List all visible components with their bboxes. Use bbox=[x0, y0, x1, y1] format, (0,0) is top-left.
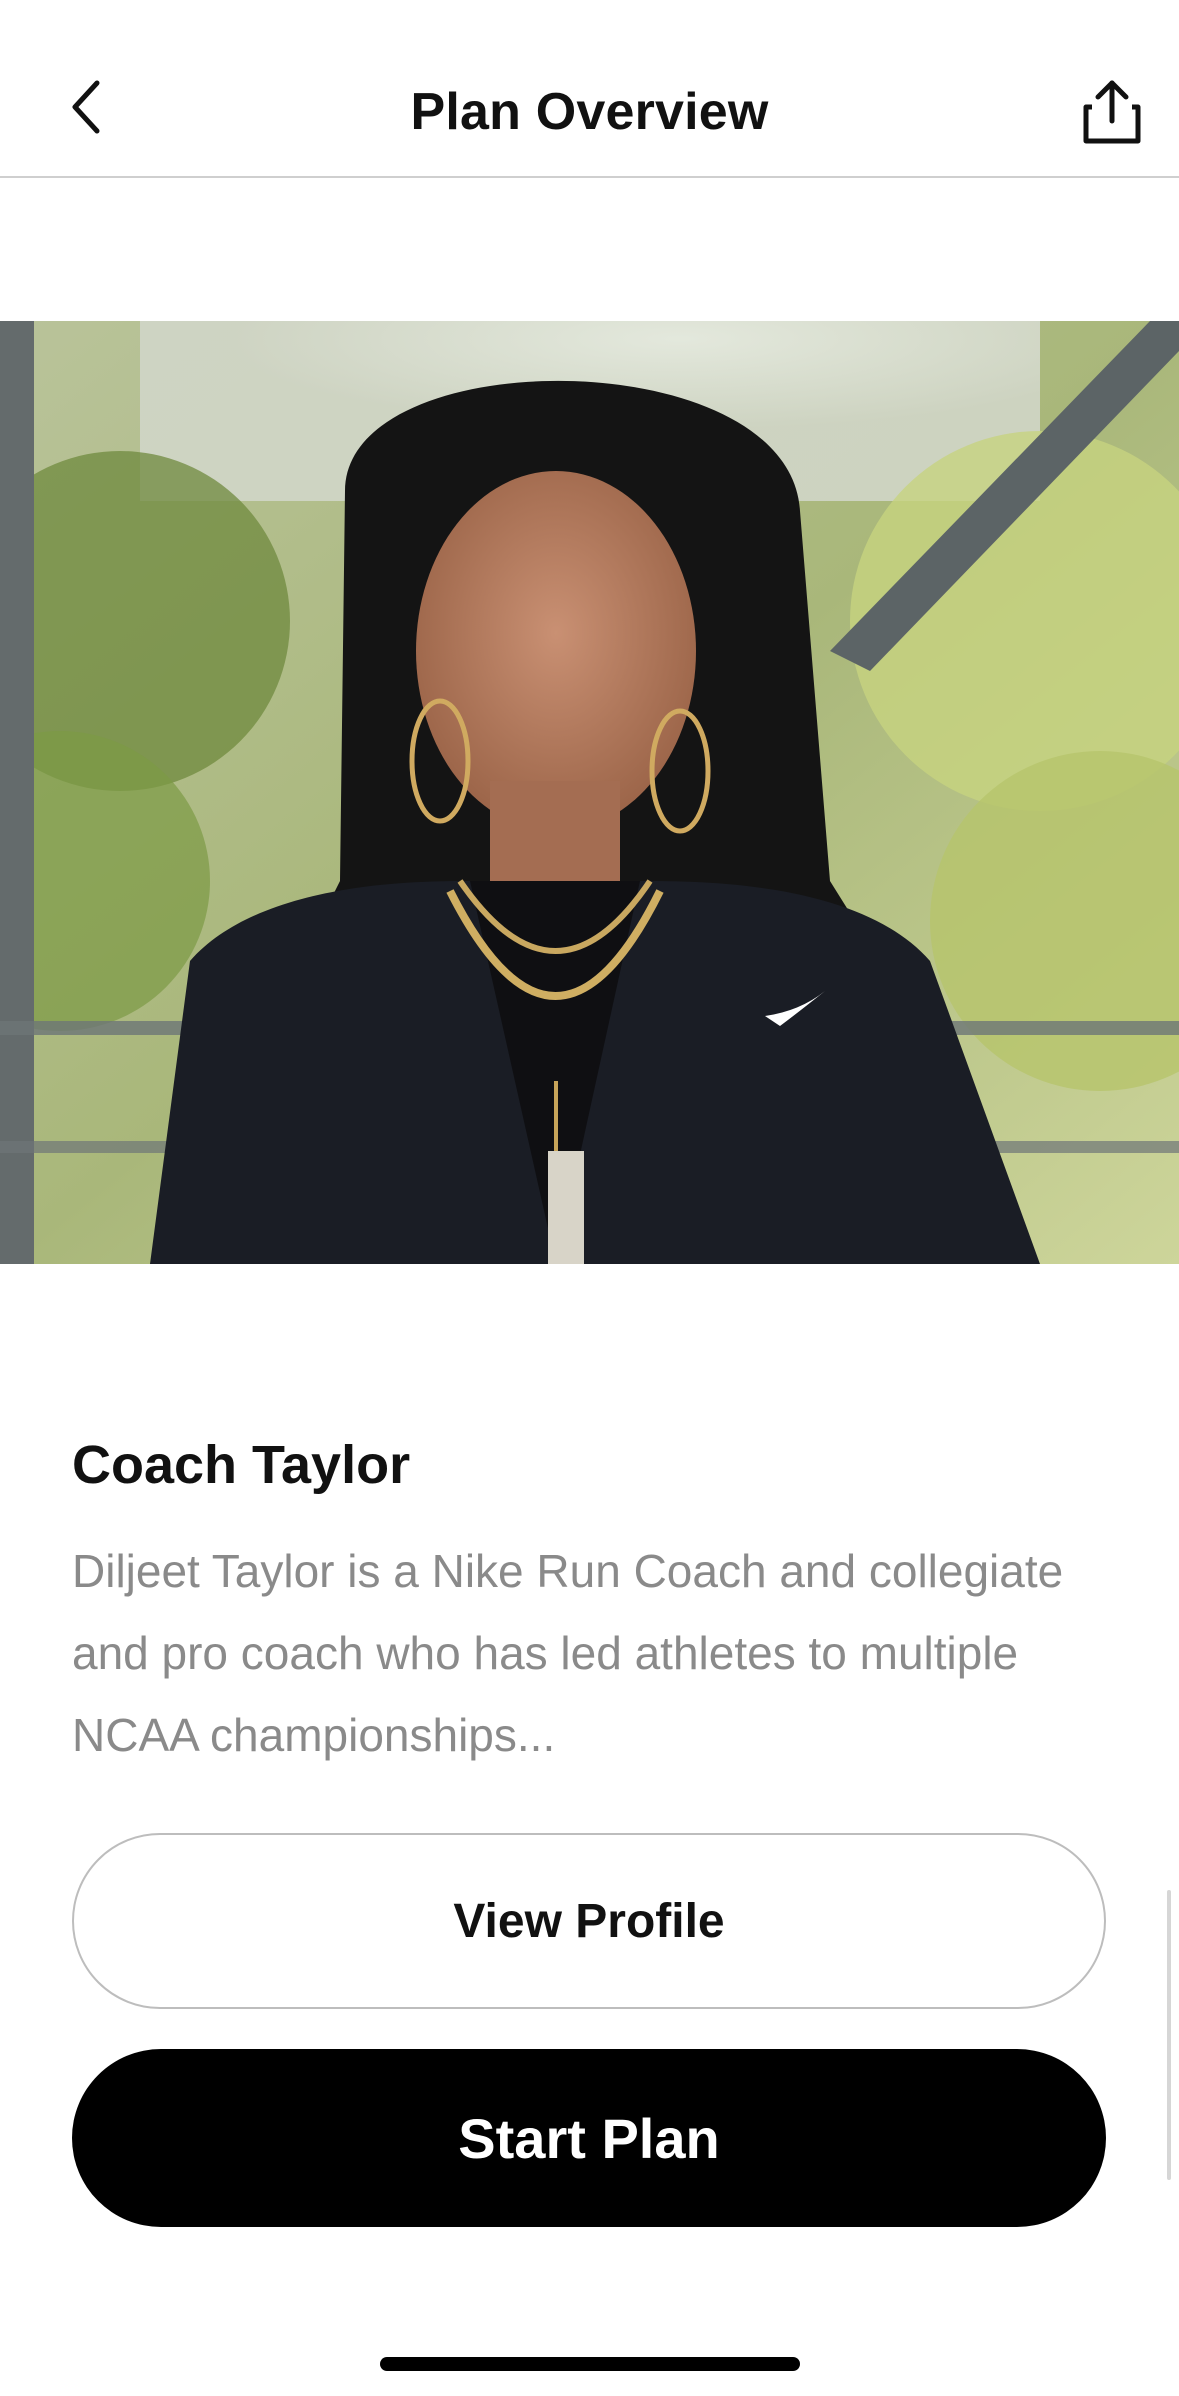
top-nav-bar: Plan Overview bbox=[0, 0, 1179, 178]
coach-hero-image bbox=[0, 321, 1179, 1264]
page-title: Plan Overview bbox=[410, 83, 769, 141]
share-icon bbox=[1083, 80, 1141, 144]
home-indicator[interactable] bbox=[380, 2357, 800, 2371]
view-profile-button[interactable]: View Profile bbox=[72, 1833, 1106, 2009]
coach-bio: Diljeet Taylor is a Nike Run Coach and c… bbox=[72, 1545, 1064, 1761]
share-button[interactable] bbox=[1072, 72, 1152, 152]
start-plan-button[interactable]: Start Plan bbox=[72, 2049, 1106, 2227]
scrollbar[interactable] bbox=[1167, 1890, 1171, 2180]
coach-name: Coach Taylor bbox=[72, 1435, 411, 1495]
